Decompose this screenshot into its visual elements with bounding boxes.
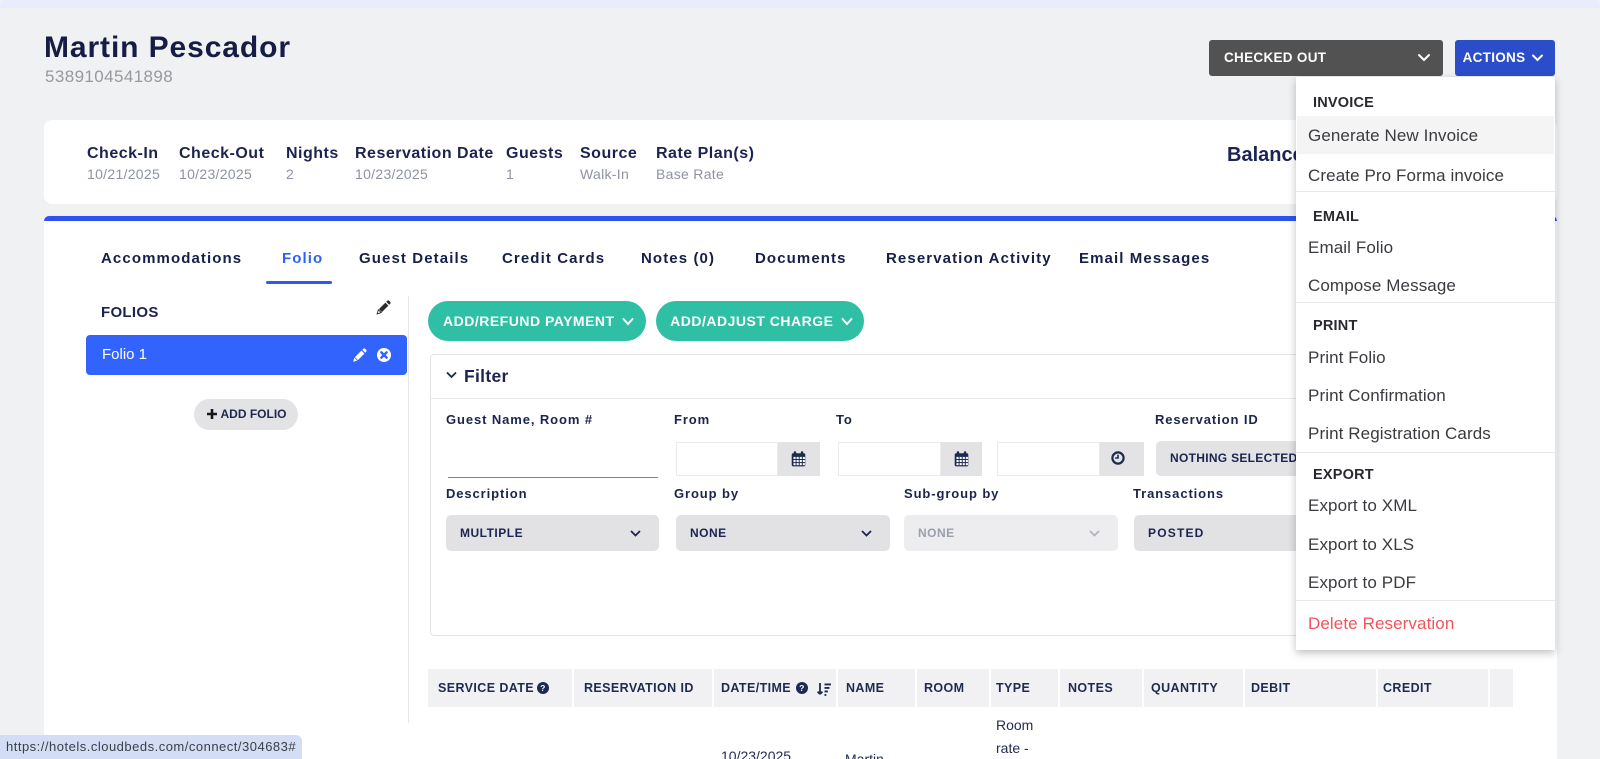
svg-text:?: ? [799,683,805,693]
svg-text:?: ? [540,683,546,693]
